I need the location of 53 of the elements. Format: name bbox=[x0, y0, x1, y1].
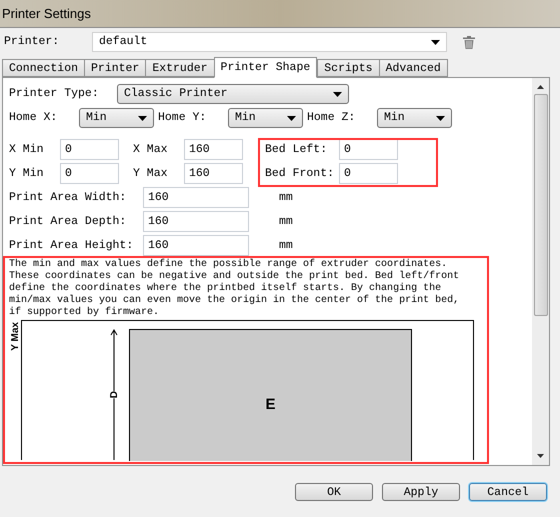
scroll-up-icon[interactable] bbox=[537, 85, 544, 89]
dropdown-caret-icon bbox=[431, 40, 440, 44]
dropdown-caret-icon bbox=[333, 92, 342, 96]
field-label: Home Z: bbox=[307, 110, 356, 126]
dropdown-select[interactable]: Min bbox=[377, 108, 452, 128]
tab[interactable]: Connection bbox=[2, 59, 86, 77]
field-label: Print Area Depth: bbox=[9, 214, 128, 230]
tab[interactable]: Printer bbox=[84, 59, 146, 77]
dropdown-select[interactable]: Min bbox=[79, 108, 154, 128]
unit-label: mm bbox=[279, 214, 293, 230]
bed-label: E bbox=[265, 395, 276, 416]
dropdown-caret-icon bbox=[436, 116, 445, 120]
tab[interactable]: Extruder bbox=[145, 59, 215, 77]
field-label: Print Area Width: bbox=[9, 190, 128, 206]
field-label: Bed Front: bbox=[264, 166, 336, 182]
input-field[interactable]: 160 bbox=[184, 139, 243, 160]
field-label: Home X: bbox=[9, 110, 58, 126]
field-label: Y Max bbox=[133, 166, 169, 182]
input-field[interactable]: 0 bbox=[60, 163, 119, 184]
printer-select[interactable]: default bbox=[92, 32, 447, 52]
tab[interactable]: Advanced bbox=[378, 59, 448, 77]
field-label: Bed Left: bbox=[264, 142, 328, 158]
input-field[interactable]: 0 bbox=[60, 139, 119, 160]
input-field[interactable]: 160 bbox=[143, 187, 249, 208]
dropdown-caret-icon bbox=[287, 116, 296, 120]
unit-label: mm bbox=[279, 190, 293, 206]
input-field[interactable]: 0 bbox=[339, 139, 398, 160]
dropdown-select[interactable]: Classic Printer bbox=[117, 84, 349, 104]
input-field[interactable]: 160 bbox=[143, 235, 249, 256]
input-field[interactable]: 160 bbox=[143, 211, 249, 232]
tab[interactable]: Scripts bbox=[317, 59, 380, 77]
description-text: The min and max values define the possible range of extruder coordinates. These coordinates can be negative and outside the print bed. Bed left/front define the coordinates where the printbed itself starts. By changing the min/max values you can even move the origin in the center of the print bed, if supported by firmware. bbox=[9, 259, 460, 319]
scroll-down-icon[interactable] bbox=[537, 454, 544, 458]
trash-icon[interactable] bbox=[463, 36, 475, 48]
input-field[interactable]: 160 bbox=[184, 163, 243, 184]
window-title: Printer Settings bbox=[1, 4, 91, 23]
dropdown-caret-icon bbox=[138, 116, 147, 120]
dialog-button[interactable]: OK bbox=[295, 483, 373, 501]
field-label: Print Area Height: bbox=[9, 238, 134, 254]
field-label: X Min bbox=[9, 142, 45, 158]
tab[interactable]: Printer Shape bbox=[214, 57, 318, 78]
input-field[interactable]: 0 bbox=[339, 163, 398, 184]
field-label: Printer Type: bbox=[9, 86, 100, 102]
field-label: X Max bbox=[133, 142, 169, 158]
unit-label: mm bbox=[279, 238, 293, 254]
dialog-button[interactable]: Cancel bbox=[469, 483, 547, 501]
field-label: Home Y: bbox=[158, 110, 208, 126]
dialog-button[interactable]: Apply bbox=[382, 483, 460, 501]
axis-label: Y Max bbox=[8, 322, 22, 351]
field-label: Y Min bbox=[9, 166, 45, 182]
scroll-thumb[interactable] bbox=[534, 94, 548, 316]
printer-label: Printer: bbox=[4, 34, 60, 50]
dropdown-select[interactable]: Min bbox=[228, 108, 303, 128]
